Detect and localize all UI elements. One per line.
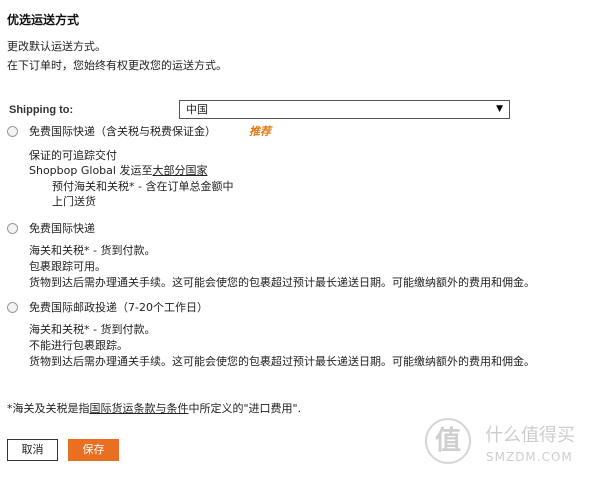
page-subtitle-1: 更改默认运送方式。 xyxy=(7,40,106,53)
option-1-detail-2-text: Shopbop Global 发运至 xyxy=(29,164,153,177)
footnote-suffix: 中所定义的"进口费用". xyxy=(188,402,302,415)
option-3-detail-1: 海关和关税* - 货到付款。 xyxy=(29,323,156,336)
option-2-detail-3: 货物到达后需办理通关手续。这可能会使您的包裹超过预计最长递送日期。可能缴纳额外的… xyxy=(29,276,535,289)
smzdm-watermark-logo: 值 xyxy=(425,418,471,464)
option-express-prepaid-label[interactable]: 免费国际快递（含关税与税费保证金） xyxy=(29,124,216,139)
option-postal-label[interactable]: 免费国际邮政投递（7-20个工作日） xyxy=(29,300,208,315)
option-express-label[interactable]: 免费国际快递 xyxy=(29,221,95,236)
option-2-detail-1: 海关和关税* - 货到付款。 xyxy=(29,244,156,257)
watermark-logo-glyph: 值 xyxy=(434,426,461,456)
footnote-prefix: *海关及关税是指 xyxy=(7,402,90,415)
radio-option-express[interactable] xyxy=(7,223,18,234)
cancel-button[interactable]: 取消 xyxy=(7,439,58,461)
customs-footnote: *海关及关税是指国际货运条款与条件中所定义的"进口费用". xyxy=(7,401,301,416)
watermark-text-en: SMZDM.COM xyxy=(486,450,573,464)
page-title: 优选运送方式 xyxy=(7,13,80,27)
option-1-detail-2: Shopbop Global 发运至大部分国家 xyxy=(29,163,207,178)
radio-option-postal[interactable] xyxy=(7,302,18,313)
radio-option-express-prepaid[interactable] xyxy=(7,126,18,137)
shipping-terms-link[interactable]: 国际货运条款与条件 xyxy=(90,402,189,415)
save-button[interactable]: 保存 xyxy=(68,439,119,461)
recommended-badge: 推荐 xyxy=(249,125,271,138)
option-3-detail-3: 货物到达后需办理通关手续。这可能会使您的包裹超过预计最长递送日期。可能缴纳额外的… xyxy=(29,355,535,368)
dropdown-arrow-icon: ▼ xyxy=(496,104,503,114)
option-1-detail-1: 保证的可追踪交付 xyxy=(29,149,117,162)
option-1-detail-4: 上门送货 xyxy=(52,195,96,208)
option-3-detail-2: 不能进行包裹跟踪。 xyxy=(29,339,128,352)
shipping-to-label: Shipping to: xyxy=(9,104,74,116)
page-subtitle-2: 在下订单时，您始终有权更改您的运送方式。 xyxy=(7,59,227,72)
option-2-detail-2: 包裹跟踪可用。 xyxy=(29,260,106,273)
option-1-detail-3: 预付海关和关税* - 含在订单总金额中 xyxy=(52,180,234,193)
shipping-country-value: 中国 xyxy=(186,103,208,116)
shipping-country-select[interactable]: 中国 ▼ xyxy=(179,100,510,119)
most-countries-link[interactable]: 大部分国家 xyxy=(152,164,207,177)
watermark-text-cn: 什么值得买 xyxy=(485,425,575,446)
